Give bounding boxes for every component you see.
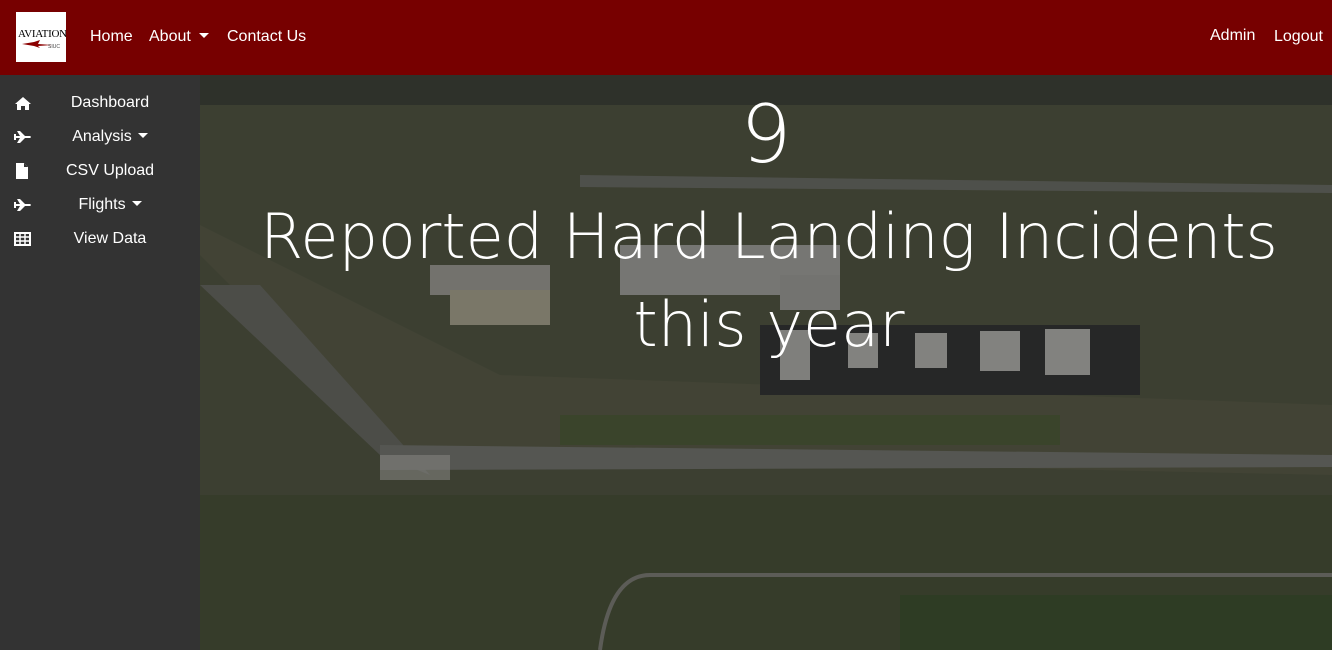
nav-admin-link[interactable]: Admin (1210, 26, 1255, 46)
aviation-logo[interactable]: AVIATION SIUC (16, 12, 66, 62)
sidebar-item-label: Analysis (72, 128, 132, 145)
chevron-down-icon (198, 33, 209, 38)
nav-about-label: About (149, 28, 191, 45)
sidebar-item-csv-upload[interactable]: CSV Upload (0, 155, 200, 187)
main-content: 9 Reported Hard Landing Incidents this y… (200, 75, 1332, 650)
incident-caption: Reported Hard Landing Incidents this yea… (260, 200, 1278, 361)
sidebar-item-analysis[interactable]: Analysis (0, 121, 200, 153)
nav-home-link[interactable]: Home (90, 27, 133, 47)
sidebar-item-label: View Data (73, 230, 147, 247)
nav-contact-link[interactable]: Contact Us (227, 27, 306, 47)
sidebar-item-dashboard[interactable]: Dashboard (0, 87, 200, 119)
sidebar: Dashboard Analysis CSV Upload Flights Vi… (0, 75, 200, 650)
logo-text: AVIATION (18, 28, 66, 40)
sidebar-item-label: Dashboard (70, 94, 150, 111)
chevron-down-icon (131, 201, 142, 206)
sidebar-item-label: Flights (78, 196, 126, 213)
sidebar-item-label: CSV Upload (65, 162, 155, 179)
chevron-down-icon (137, 133, 148, 138)
sidebar-item-flights[interactable]: Flights (0, 189, 200, 221)
sidebar-item-view-data[interactable]: View Data (0, 223, 200, 255)
top-navbar: AVIATION SIUC Home About Contact Us Admi… (0, 0, 1332, 75)
nav-about-dropdown[interactable]: About (149, 27, 209, 47)
incident-count: 9 (740, 88, 792, 181)
nav-logout-link[interactable]: Logout (1274, 27, 1323, 47)
logo-subtext: SIUC (48, 44, 60, 50)
